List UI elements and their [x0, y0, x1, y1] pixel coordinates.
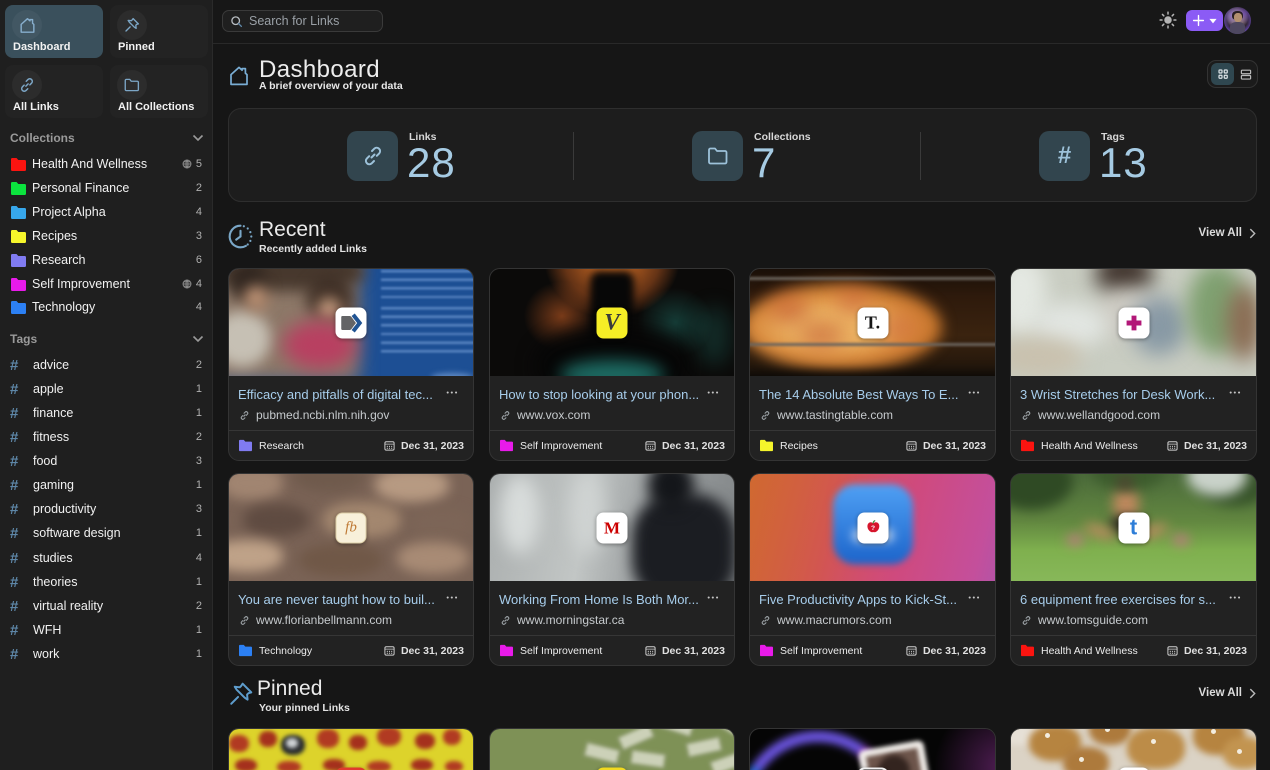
svg-text:?: ? — [870, 525, 874, 532]
